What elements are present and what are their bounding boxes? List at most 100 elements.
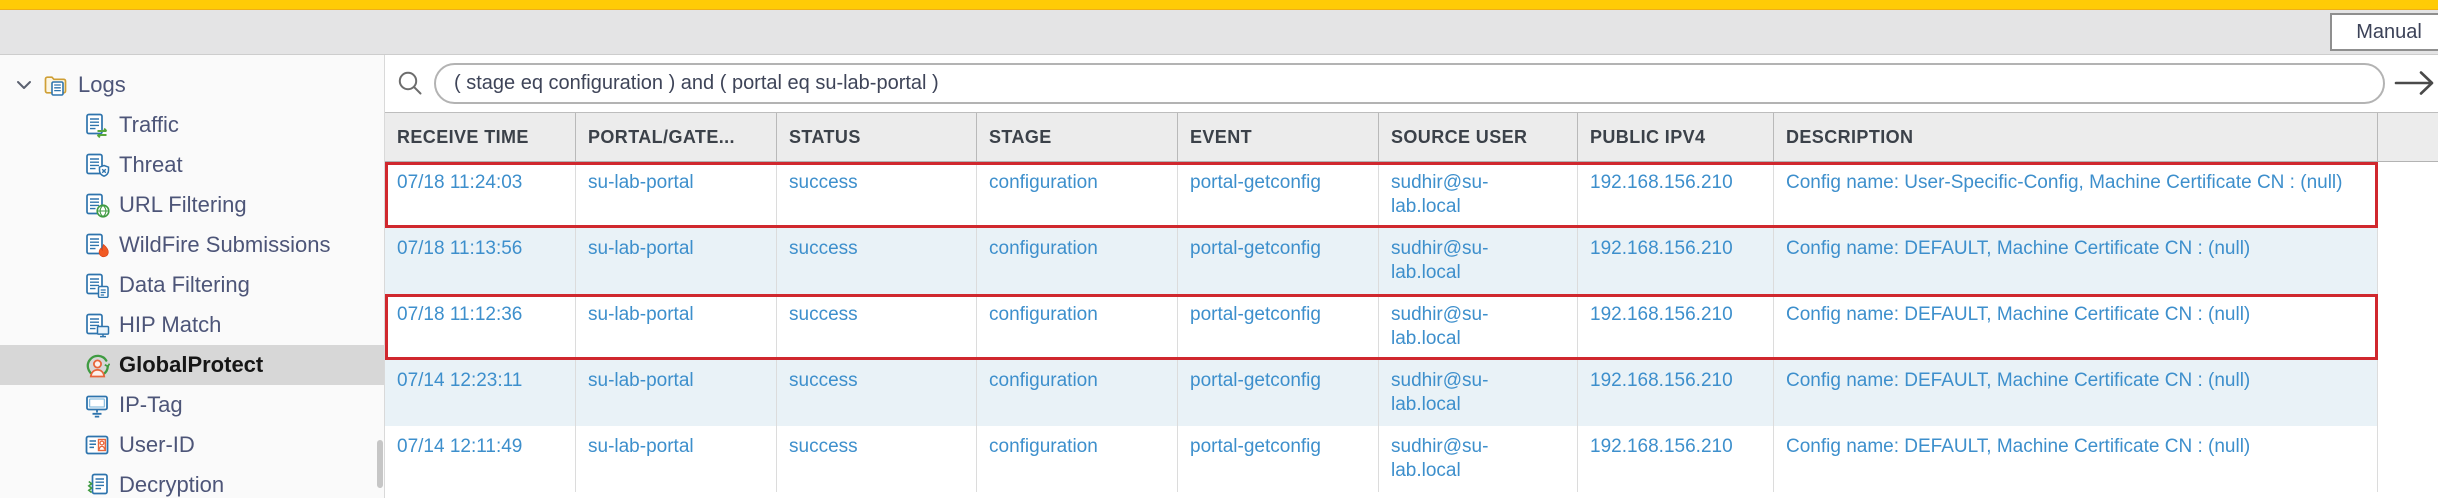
- cell-description: Config name: DEFAULT, Machine Certificat…: [1774, 426, 2378, 492]
- cell-value-link[interactable]: Config name: DEFAULT, Machine Certificat…: [1786, 238, 2250, 259]
- cell-source-user: sudhir@su-lab.local: [1379, 228, 1578, 294]
- cell-value-link[interactable]: portal-getconfig: [1190, 436, 1321, 457]
- cell-value-link[interactable]: configuration: [989, 304, 1098, 325]
- url-filtering-log-icon: [84, 192, 110, 218]
- sidebar-item-logs[interactable]: Logs: [0, 65, 384, 105]
- column-header-stage[interactable]: STAGE: [977, 113, 1178, 161]
- cell-value-link[interactable]: 192.168.156.210: [1590, 304, 1733, 325]
- sidebar-item-label: Traffic: [119, 112, 179, 137]
- sidebar-item-label: IP-Tag: [119, 392, 183, 417]
- cell-value-link[interactable]: 07/14 12:11:49: [397, 436, 522, 457]
- sidebar-item-wildfire-submissions[interactable]: WildFire Submissions: [0, 225, 384, 265]
- cell-value-link[interactable]: configuration: [989, 172, 1098, 193]
- table-row[interactable]: 07/18 11:13:56 su-lab-portal success config…: [385, 228, 2438, 294]
- log-table-header: RECEIVE TIME PORTAL/GATE... STATUS STAGE EVE…: [385, 112, 2438, 162]
- table-row[interactable]: 07/14 12:11:49 su-lab-portal success config…: [385, 426, 2438, 492]
- cell-value-link[interactable]: 07/18 11:12:36: [397, 304, 522, 325]
- cell-receive-time: 07/18 11:24:03: [385, 162, 576, 228]
- threat-log-icon: [84, 152, 110, 178]
- wildfire-log-icon: [84, 232, 110, 258]
- search-icon: [395, 68, 425, 98]
- cell-value-link[interactable]: Config name: User-Specific-Config, Machi…: [1786, 172, 2342, 193]
- cell-value-link[interactable]: sudhir@su-lab.local: [1391, 436, 1488, 481]
- cell-value-link[interactable]: sudhir@su-lab.local: [1391, 304, 1488, 349]
- cell-spacer: [2378, 360, 2438, 426]
- cell-value-link[interactable]: Config name: DEFAULT, Machine Certificat…: [1786, 436, 2250, 457]
- cell-value-link[interactable]: su-lab-portal: [588, 172, 694, 193]
- cell-value-link[interactable]: su-lab-portal: [588, 436, 694, 457]
- sidebar-item-url-filtering[interactable]: URL Filtering: [0, 185, 384, 225]
- sidebar-scrollbar-thumb[interactable]: [377, 440, 383, 488]
- cell-value-link[interactable]: success: [789, 436, 858, 457]
- cell-value-link[interactable]: su-lab-portal: [588, 238, 694, 259]
- cell-value-link[interactable]: portal-getconfig: [1190, 304, 1321, 325]
- column-header-description[interactable]: DESCRIPTION: [1774, 113, 2378, 161]
- cell-value-link[interactable]: success: [789, 238, 858, 259]
- cell-value-link[interactable]: success: [789, 304, 858, 325]
- log-main-panel: ( stage eq configuration ) and ( portal …: [385, 55, 2438, 498]
- column-header-portal-gate[interactable]: PORTAL/GATE...: [576, 113, 777, 161]
- hip-match-log-icon: [84, 312, 110, 338]
- cell-value-link[interactable]: configuration: [989, 370, 1098, 391]
- cell-public-ipv4: 192.168.156.210: [1578, 294, 1774, 360]
- cell-value-link[interactable]: 192.168.156.210: [1590, 370, 1733, 391]
- cell-value-link[interactable]: portal-getconfig: [1190, 238, 1321, 259]
- cell-value-link[interactable]: 07/18 11:13:56: [397, 238, 522, 259]
- sidebar-item-decryption[interactable]: Decryption: [0, 465, 384, 498]
- sidebar-item-label: Logs: [78, 72, 126, 97]
- sidebar-item-label: User-ID: [119, 432, 195, 457]
- apply-filter-arrow-button[interactable]: [2391, 66, 2438, 102]
- column-header-receive-time[interactable]: RECEIVE TIME: [385, 113, 576, 161]
- globalprotect-logs-screen: Manual Logs Traffic Threat URL Filtering Wil…: [0, 0, 2438, 498]
- cell-portal: su-lab-portal: [576, 426, 777, 492]
- cell-stage: configuration: [977, 228, 1178, 294]
- cell-portal: su-lab-portal: [576, 360, 777, 426]
- cell-value-link[interactable]: portal-getconfig: [1190, 172, 1321, 193]
- cell-value-link[interactable]: su-lab-portal: [588, 370, 694, 391]
- cell-value-link[interactable]: 07/14 12:23:11: [397, 370, 522, 391]
- cell-value-link[interactable]: success: [789, 172, 858, 193]
- sidebar-item-label: URL Filtering: [119, 192, 247, 217]
- sidebar-item-threat[interactable]: Threat: [0, 145, 384, 185]
- sidebar-item-traffic[interactable]: Traffic: [0, 105, 384, 145]
- cell-value-link[interactable]: portal-getconfig: [1190, 370, 1321, 391]
- cell-spacer: [2378, 426, 2438, 492]
- cell-value-link[interactable]: 192.168.156.210: [1590, 436, 1733, 457]
- table-row[interactable]: 07/14 12:23:11 su-lab-portal success config…: [385, 360, 2438, 426]
- cell-receive-time: 07/14 12:23:11: [385, 360, 576, 426]
- table-row[interactable]: 07/18 11:12:36 su-lab-portal success config…: [385, 294, 2438, 360]
- filter-query-text: ( stage eq configuration ) and ( portal …: [454, 72, 939, 94]
- cell-value-link[interactable]: sudhir@su-lab.local: [1391, 370, 1488, 415]
- column-header-status[interactable]: STATUS: [777, 113, 977, 161]
- cell-value-link[interactable]: configuration: [989, 238, 1098, 259]
- cell-public-ipv4: 192.168.156.210: [1578, 426, 1774, 492]
- table-row[interactable]: 07/18 11:24:03 su-lab-portal success config…: [385, 162, 2438, 228]
- cell-public-ipv4: 192.168.156.210: [1578, 360, 1774, 426]
- cell-spacer: [2378, 228, 2438, 294]
- filter-query-input[interactable]: ( stage eq configuration ) and ( portal …: [434, 63, 2385, 104]
- cell-value-link[interactable]: su-lab-portal: [588, 304, 694, 325]
- column-header-event[interactable]: EVENT: [1178, 113, 1379, 161]
- sidebar-item-ip-tag[interactable]: IP-Tag: [0, 385, 384, 425]
- chevron-down-icon[interactable]: [14, 75, 34, 95]
- cell-public-ipv4: 192.168.156.210: [1578, 228, 1774, 294]
- refresh-mode-dropdown[interactable]: Manual: [2330, 13, 2438, 51]
- cell-value-link[interactable]: 07/18 11:24:03: [397, 172, 522, 193]
- top-accent-bar: [0, 0, 2438, 10]
- cell-value-link[interactable]: 192.168.156.210: [1590, 172, 1733, 193]
- cell-value-link[interactable]: sudhir@su-lab.local: [1391, 172, 1488, 217]
- column-header-source-user[interactable]: SOURCE USER: [1379, 113, 1578, 161]
- log-filter-bar: ( stage eq configuration ) and ( portal …: [385, 55, 2438, 112]
- sidebar-item-data-filtering[interactable]: Data Filtering: [0, 265, 384, 305]
- cell-value-link[interactable]: success: [789, 370, 858, 391]
- cell-value-link[interactable]: configuration: [989, 436, 1098, 457]
- sidebar-item-user-id[interactable]: User-ID: [0, 425, 384, 465]
- cell-event: portal-getconfig: [1178, 360, 1379, 426]
- column-header-public-ipv4[interactable]: PUBLIC IPV4: [1578, 113, 1774, 161]
- cell-value-link[interactable]: Config name: DEFAULT, Machine Certificat…: [1786, 304, 2250, 325]
- cell-value-link[interactable]: 192.168.156.210: [1590, 238, 1733, 259]
- sidebar-item-hip-match[interactable]: HIP Match: [0, 305, 384, 345]
- sidebar-item-globalprotect[interactable]: GlobalProtect: [0, 345, 384, 385]
- cell-value-link[interactable]: sudhir@su-lab.local: [1391, 238, 1488, 283]
- cell-value-link[interactable]: Config name: DEFAULT, Machine Certificat…: [1786, 370, 2250, 391]
